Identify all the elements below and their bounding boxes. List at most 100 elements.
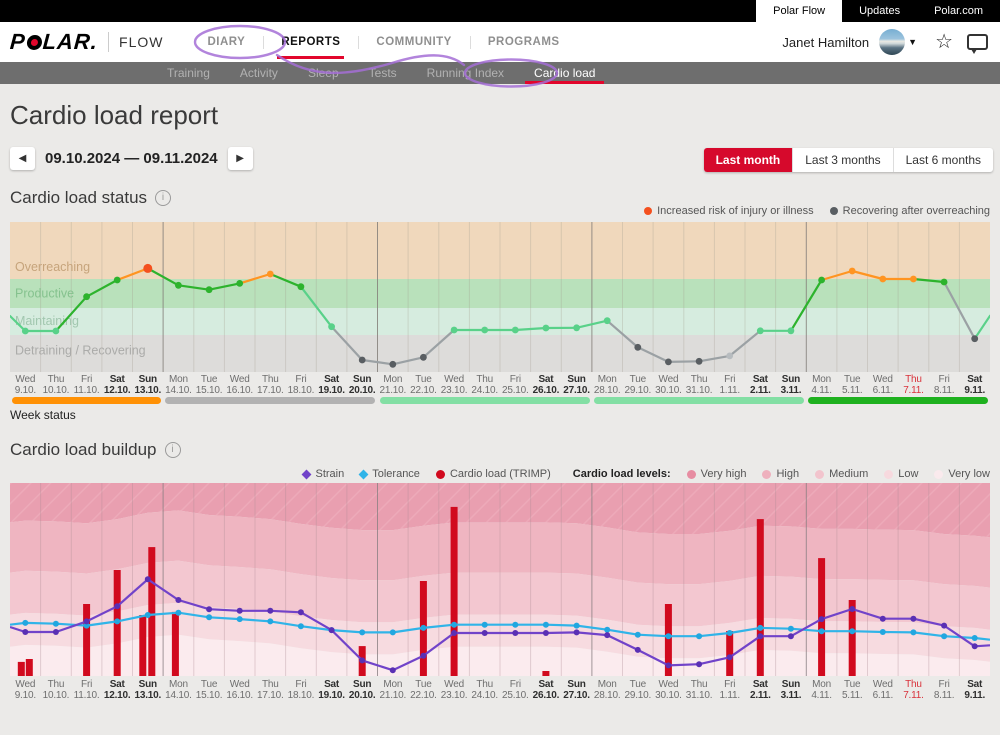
axis-day-label: Sat12.10. — [102, 374, 133, 396]
nav-item-programs[interactable]: PROGRAMS — [470, 22, 578, 62]
axis-day-label: Sat2.11. — [745, 679, 776, 701]
axis-day-label: Sat12.10. — [102, 679, 133, 701]
legend-level-item: Medium — [815, 468, 868, 480]
axis-day-label: Sun13.10. — [133, 679, 164, 701]
legend-level-item: Very low — [934, 468, 990, 480]
axis-day-label: Sun13.10. — [133, 374, 164, 396]
info-icon[interactable]: i — [155, 190, 171, 206]
axis-day-label: Fri1.11. — [714, 679, 745, 701]
topbar-tab[interactable]: Polar.com — [917, 0, 1000, 22]
subnav-item-cardio-load[interactable]: Cardio load — [519, 62, 610, 84]
nav-item-community[interactable]: COMMUNITY — [358, 22, 469, 62]
chevron-down-icon[interactable]: ▼ — [908, 37, 917, 47]
axis-day-label: Sun20.10. — [347, 374, 378, 396]
week-status-bars — [10, 397, 990, 404]
axis-day-label: Tue5.11. — [837, 374, 868, 396]
info-icon[interactable]: i — [165, 442, 181, 458]
subnav-items: TrainingActivitySleepTestsRunning IndexC… — [152, 62, 610, 84]
week-status-bar — [12, 397, 161, 404]
svg-text:Detraining / Recovering: Detraining / Recovering — [15, 343, 146, 357]
axis-day-label: Fri25.10. — [500, 374, 531, 396]
subnav-item-tests[interactable]: Tests — [354, 62, 412, 84]
feedback-bubble-icon[interactable] — [967, 34, 988, 50]
nav-item-diary[interactable]: DIARY — [189, 22, 263, 62]
axis-day-label: Thu10.10. — [41, 679, 72, 701]
range-button[interactable]: Last month — [704, 148, 793, 172]
polar-logo[interactable]: PLAR. — [9, 29, 99, 55]
user-name[interactable]: Janet Hamilton — [782, 35, 869, 50]
subnav-spacer — [0, 62, 152, 84]
axis-day-label: Sat9.11. — [959, 374, 990, 396]
prev-period-button[interactable] — [10, 147, 35, 170]
legend-item: Increased risk of injury or illness — [644, 205, 814, 217]
axis-day-label: Mon4.11. — [806, 679, 837, 701]
axis-day-label: Fri18.10. — [286, 679, 317, 701]
axis-day-label: Thu7.11. — [898, 679, 929, 701]
axis-day-label: Fri8.11. — [929, 679, 960, 701]
axis-day-label: Thu10.10. — [41, 374, 72, 396]
axis-day-label: Mon28.10. — [592, 679, 623, 701]
axis-day-label: Wed6.11. — [868, 679, 899, 701]
legend-marker-icon — [436, 470, 445, 479]
buildup-chart-x-axis: Wed9.10.Thu10.10.Fri11.10.Sat12.10.Sun13… — [10, 679, 990, 701]
legend-dot-icon — [762, 470, 771, 479]
axis-day-label: Mon4.11. — [806, 374, 837, 396]
nav-item-reports[interactable]: REPORTS — [263, 22, 358, 62]
week-status-bar — [165, 397, 375, 404]
nav-right: Janet Hamilton ▼ ☆ — [782, 29, 988, 55]
week-status-bar — [594, 397, 804, 404]
cardio-load-buildup-chart[interactable] — [10, 483, 990, 676]
axis-day-label: Sun20.10. — [347, 679, 378, 701]
subnav-item-sleep[interactable]: Sleep — [293, 62, 354, 84]
axis-day-label: Fri8.11. — [929, 374, 960, 396]
favorite-star-icon[interactable]: ☆ — [935, 32, 953, 52]
buildup-chart-canvas[interactable] — [10, 483, 990, 676]
axis-day-label: Sun3.11. — [776, 679, 807, 701]
status-legend: Increased risk of injury or illnessRecov… — [628, 205, 990, 217]
axis-day-label: Sat26.10. — [531, 679, 562, 701]
axis-day-label: Fri11.10. — [71, 374, 102, 396]
legend-dot-icon — [934, 470, 943, 479]
axis-day-label: Thu7.11. — [898, 374, 929, 396]
legend-dot-icon — [687, 470, 696, 479]
axis-day-label: Tue22.10. — [408, 679, 439, 701]
cardio-load-status-chart[interactable]: OverreachingProductiveMaintainingDetrain… — [10, 222, 990, 372]
topbar-tab[interactable]: Updates — [842, 0, 917, 22]
buildup-heading-text: Cardio load buildup — [10, 440, 157, 460]
page-title: Cardio load report — [10, 100, 218, 131]
legend-item: Tolerance — [360, 468, 420, 480]
legend-level-item: High — [762, 468, 799, 480]
axis-day-label: Wed23.10. — [439, 679, 470, 701]
axis-day-label: Mon21.10. — [378, 679, 409, 701]
axis-day-label: Tue15.10. — [194, 679, 225, 701]
date-range-text: 09.10.2024 — 09.11.2024 — [45, 150, 218, 167]
axis-day-label: Sat26.10. — [531, 374, 562, 396]
legend-item: Strain — [303, 468, 344, 480]
status-chart-canvas[interactable]: OverreachingProductiveMaintainingDetrain… — [10, 222, 990, 372]
legend-dot-icon — [644, 207, 652, 215]
axis-day-label: Mon14.10. — [163, 679, 194, 701]
legend-marker-icon — [302, 469, 312, 479]
axis-day-label: Wed30.10. — [653, 374, 684, 396]
range-button[interactable]: Last 6 months — [893, 148, 993, 172]
axis-day-label: Sun27.10. — [561, 679, 592, 701]
week-status-label: Week status — [10, 408, 76, 422]
status-heading-text: Cardio load status — [10, 188, 147, 208]
axis-day-label: Sun27.10. — [561, 374, 592, 396]
axis-day-label: Sat2.11. — [745, 374, 776, 396]
avatar[interactable] — [879, 29, 905, 55]
range-button[interactable]: Last 3 months — [792, 148, 892, 172]
subnav-item-running-index[interactable]: Running Index — [412, 62, 519, 84]
subnav-item-activity[interactable]: Activity — [225, 62, 293, 84]
main-nav: PLAR. FLOW DIARYREPORTSCOMMUNITYPROGRAMS… — [0, 22, 1000, 62]
subnav-item-training[interactable]: Training — [152, 62, 225, 84]
topbar-tab[interactable]: Polar Flow — [756, 0, 842, 22]
axis-day-label: Tue29.10. — [623, 679, 654, 701]
axis-day-label: Thu31.10. — [684, 374, 715, 396]
axis-day-label: Sat19.10. — [316, 374, 347, 396]
axis-day-label: Mon28.10. — [592, 374, 623, 396]
axis-day-label: Wed30.10. — [653, 679, 684, 701]
next-period-button[interactable] — [228, 147, 253, 170]
axis-day-label: Fri11.10. — [71, 679, 102, 701]
legend-level-item: Low — [884, 468, 918, 480]
